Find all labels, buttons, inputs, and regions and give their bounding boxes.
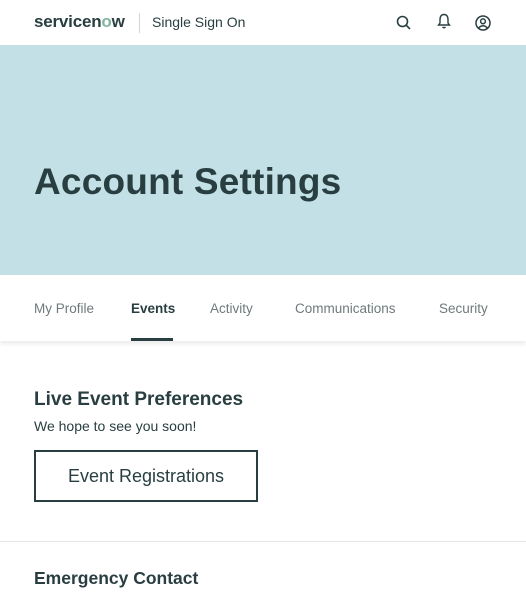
page-title: Account Settings [34, 161, 342, 202]
tab-bar: My Profile Events Activity Communication… [0, 275, 526, 341]
hero-banner: Account Settings [0, 45, 526, 275]
tab-my-profile[interactable]: My Profile [34, 301, 94, 316]
servicenow-logo[interactable]: servicenow [34, 12, 125, 32]
emergency-contact-title: Emergency Contact [34, 568, 199, 588]
tab-events[interactable]: Events [131, 301, 175, 316]
top-bar: servicenow Single Sign On [0, 0, 526, 45]
event-registrations-button[interactable]: Event Registrations [34, 450, 258, 502]
tab-security[interactable]: Security [439, 301, 488, 316]
live-events-title: Live Event Preferences [34, 389, 244, 410]
user-icon[interactable] [473, 13, 493, 33]
logo-divider [139, 13, 140, 33]
app-name: Single Sign On [152, 14, 246, 30]
bell-icon[interactable] [434, 11, 454, 31]
tab-activity[interactable]: Activity [210, 301, 253, 316]
section-divider [0, 541, 526, 542]
search-icon[interactable] [394, 13, 414, 33]
live-events-subtitle: We hope to see you soon! [34, 418, 197, 434]
active-tab-indicator [131, 338, 173, 341]
tab-communications[interactable]: Communications [295, 301, 396, 316]
